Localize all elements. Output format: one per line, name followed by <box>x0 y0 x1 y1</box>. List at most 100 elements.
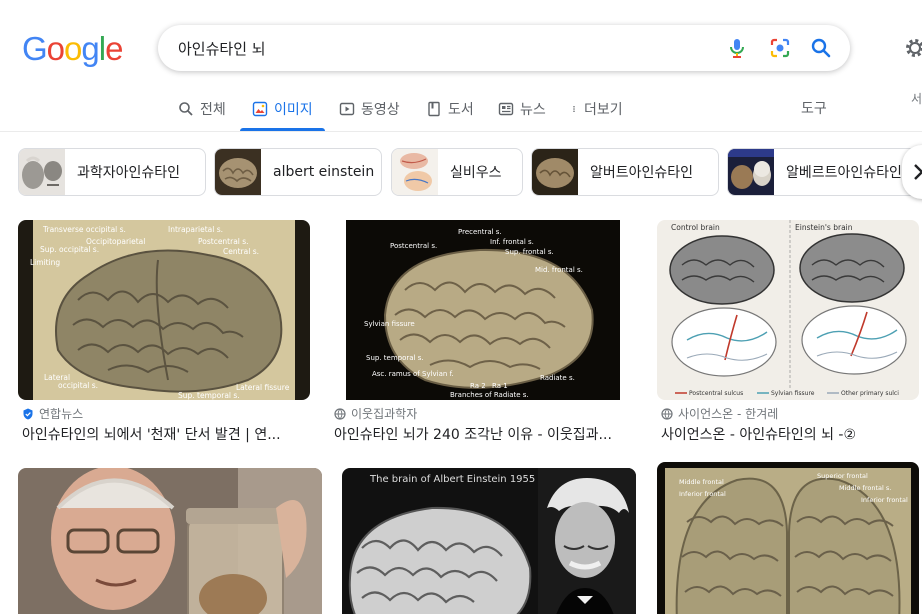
tools-button[interactable]: 도구 <box>801 98 827 118</box>
img-label: Lateral fissure <box>236 383 290 392</box>
search-input[interactable] <box>178 36 698 60</box>
img-label: Branches of Radiate s. <box>450 391 529 399</box>
brain-diagram-image: Transverse occipital s. Sup. occipital s… <box>18 220 310 400</box>
img-label: occipital s. <box>58 381 98 390</box>
img-label: Einstein's brain <box>795 223 853 232</box>
brain-and-portrait-image: The brain of Albert Einstein 1955 <box>342 468 636 614</box>
tab-videos[interactable]: 동영상 <box>339 86 400 131</box>
chip-thumbnail <box>215 149 261 195</box>
img-label: Sup. frontal s. <box>505 248 554 256</box>
img-label: Sup. temporal s. <box>366 354 424 362</box>
image-result[interactable]: Precentral s. Inf. frontal s. Sup. front… <box>330 220 640 450</box>
img-label: Control brain <box>671 223 720 232</box>
related-search-chips: 과학자아인슈타인 albert einstein 실비우스 알버트아인슈타인 알… <box>18 148 922 196</box>
result-thumbnail: Transverse occipital s. Sup. occipital s… <box>18 220 310 400</box>
chip-related[interactable]: albert einstein <box>214 148 382 196</box>
tab-books[interactable]: 도서 <box>426 86 474 131</box>
img-label: Asc. ramus of Sylvian f. <box>372 370 454 378</box>
chevron-right-icon <box>914 164 922 180</box>
chip-label: albert einstein <box>273 164 375 180</box>
google-images-results-page: Google 전체 이미지 <box>0 0 922 614</box>
settings-gear-icon[interactable] <box>903 36 922 60</box>
img-label: Other primary sulci <box>841 390 899 397</box>
img-label: Mid. frontal s. <box>535 266 583 274</box>
google-lens-icon[interactable] <box>768 36 792 60</box>
image-result[interactable]: Transverse occipital s. Sup. occipital s… <box>18 220 314 450</box>
img-label: Middle frontal <box>679 478 724 486</box>
result-source: 사이언스온 - 한겨레 <box>661 405 778 422</box>
chip-related[interactable]: 알버트아인슈타인 <box>531 148 719 196</box>
img-label: Occipitoparietal <box>86 237 145 246</box>
chip-related[interactable]: 알베르트아인슈타인 <box>727 148 922 196</box>
img-label: Radiate s. <box>540 374 575 382</box>
tab-more[interactable]: 더보기 <box>570 86 623 131</box>
search-icon <box>179 101 193 116</box>
img-label: Sylvian fissure <box>364 320 415 328</box>
brain-diagram-image: Precentral s. Inf. frontal s. Sup. front… <box>330 220 636 400</box>
img-label: Inferior frontal <box>861 496 908 504</box>
chips-scroll-right-button[interactable] <box>902 145 922 199</box>
chip-related[interactable]: 과학자아인슈타인 <box>18 148 206 196</box>
img-label: Intraparietal s. <box>168 225 223 234</box>
img-label: Transverse occipital s. <box>42 225 126 234</box>
img-label: Middle frontal s. <box>839 484 891 492</box>
img-label: Inf. frontal s. <box>490 238 534 246</box>
result-thumbnail: Middle frontal Inferior frontal Superior… <box>657 462 919 614</box>
result-thumbnail <box>18 468 322 614</box>
image-result[interactable]: The brain of Albert Einstein 1955 <box>342 468 638 614</box>
tab-books-label: 도서 <box>448 101 474 118</box>
safesearch-link-partial[interactable]: 서 <box>911 90 922 107</box>
brain-top-view-image: Middle frontal Inferior frontal Superior… <box>657 462 919 614</box>
result-source: 연합뉴스 <box>22 405 83 422</box>
img-label: Postcentral s. <box>390 242 437 250</box>
img-label: The brain of Albert Einstein 1955 <box>369 474 535 485</box>
news-icon <box>498 102 514 115</box>
image-result[interactable]: Middle frontal Inferior frontal Superior… <box>657 462 922 614</box>
microphone-icon[interactable] <box>725 36 749 60</box>
chip-label: 실비우스 <box>450 165 502 181</box>
chip-related[interactable]: 실비우스 <box>391 148 523 196</box>
result-source: 이웃집과학자 <box>334 405 417 422</box>
result-title[interactable]: 아인슈타인의 뇌에서 '천재' 단서 발견 | 연... <box>22 424 314 444</box>
img-label: Precentral s. <box>458 228 502 236</box>
chip-thumbnail <box>532 149 578 195</box>
source-name: 연합뉴스 <box>39 407 84 421</box>
logo-letter: o <box>64 30 82 67</box>
img-label: Sup. occipital s. <box>40 245 99 254</box>
book-icon <box>428 101 440 116</box>
tab-more-label: 더보기 <box>584 101 623 118</box>
img-label: Limiting <box>30 258 60 267</box>
brain-comparison-image: Control brain Einstein's brain Postcentr… <box>657 220 919 400</box>
tab-all-label: 전체 <box>200 101 226 118</box>
logo-letter: G <box>22 30 48 67</box>
img-label: Postcentral s. <box>198 237 249 246</box>
image-result[interactable] <box>18 468 324 614</box>
chip-label: 알베르트아인슈타인 <box>786 165 902 181</box>
more-vert-icon <box>573 105 575 112</box>
logo-letter: e <box>105 30 123 67</box>
tab-news-label: 뉴스 <box>520 101 546 118</box>
img-label: Sylvian fissure <box>771 390 815 397</box>
img-label: Superior frontal <box>817 472 868 480</box>
image-icon <box>252 101 268 116</box>
result-title[interactable]: 아인슈타인 뇌가 240 조각난 이유 - 이웃집과... <box>334 424 634 444</box>
source-name: 이웃집과학자 <box>351 407 418 421</box>
tab-all[interactable]: 전체 <box>178 86 226 131</box>
logo-letter: o <box>46 30 65 67</box>
source-name: 사이언스온 - 한겨레 <box>678 407 779 421</box>
img-label: Ra 1 <box>492 382 508 390</box>
globe-icon <box>334 407 346 420</box>
chip-thumbnail <box>728 149 774 195</box>
result-title[interactable]: 사이언스온 - 아인슈타인의 뇌 -② <box>661 424 919 444</box>
img-label: Sup. temporal s. <box>178 391 240 400</box>
result-thumbnail: Precentral s. Inf. frontal s. Sup. front… <box>330 220 636 400</box>
image-result[interactable]: Control brain Einstein's brain Postcentr… <box>657 220 922 450</box>
search-icon[interactable] <box>809 36 833 60</box>
tab-news[interactable]: 뉴스 <box>498 86 546 131</box>
google-logo[interactable]: Google <box>22 30 123 68</box>
verified-badge-icon <box>23 408 33 419</box>
img-label: Inferior frontal <box>679 490 726 498</box>
tab-images[interactable]: 이미지 <box>240 86 325 131</box>
chip-thumbnail <box>392 149 438 195</box>
tab-images-label: 이미지 <box>274 101 313 118</box>
